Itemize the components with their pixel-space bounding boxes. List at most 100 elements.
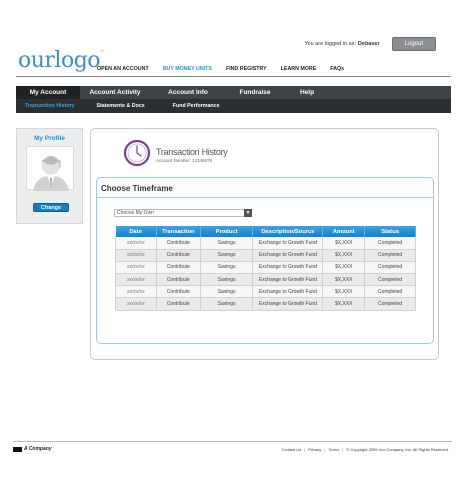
timeframe-select[interactable]: Choose My Own ▼ [114, 209, 252, 217]
transaction-panel: Transaction History Account Number: 1234… [90, 128, 439, 360]
nav-buy-money-units[interactable]: BUY MONEY UNITS [163, 66, 212, 72]
cell-product: Savings [200, 297, 254, 311]
cell-description: Exchange to Growth Fund [252, 249, 324, 262]
transactions-table: Date Transaction Product Description/Sou… [115, 226, 416, 311]
timeframe-section: Choose Timeframe Choose My Own ▼ Date Tr… [96, 177, 434, 344]
chevron-down-icon[interactable]: ▼ [244, 209, 252, 217]
tab-account-info[interactable]: Account Info [150, 86, 226, 99]
col-amount[interactable]: Amount [322, 226, 366, 237]
page-title: Transaction History [156, 147, 228, 157]
clock-icon [123, 139, 151, 167]
nav-find-registry[interactable]: FIND REGISTRY [226, 66, 267, 72]
cell-amount: $X,XXX [322, 249, 366, 262]
cell-product: Savings [200, 249, 254, 262]
company-logo-icon [13, 446, 22, 452]
company-name: A Company [24, 446, 52, 452]
cell-amount: $X,XXX [322, 297, 366, 311]
footer-company: A Company [13, 446, 52, 452]
timeframe-select-value: Choose My Own [117, 210, 154, 216]
table-row[interactable]: xx/xx/xx Contribute Savings Exchange to … [115, 261, 416, 275]
nav-faqs[interactable]: FAQs [330, 66, 344, 72]
cell-date: xx/xx/xx [115, 285, 157, 299]
table-row[interactable]: xx/xx/xx Contribute Savings Exchange to … [115, 285, 416, 299]
cell-amount: $X,XXX [322, 285, 366, 299]
cell-description: Exchange to Growth Fund [252, 297, 324, 311]
cell-date: xx/xx/xx [115, 237, 157, 250]
cell-transaction: Contribute [156, 285, 201, 299]
cell-status: Completed [364, 237, 416, 250]
cell-status: Completed [364, 261, 416, 275]
cell-description: Exchange to Growth Fund [252, 237, 324, 250]
table-header-row: Date Transaction Product Description/Sou… [115, 226, 416, 237]
main-nav: OPEN AN ACCOUNT BUY MONEY UNITS FIND REG… [97, 66, 344, 72]
username: Debaser [357, 41, 380, 47]
nav-learn-more[interactable]: LEARN MORE [281, 66, 317, 72]
subtab-statements-docs[interactable]: Statements & Docs [96, 103, 144, 109]
cell-product: Savings [200, 273, 254, 287]
footer-separator: | [324, 447, 326, 452]
cell-transaction: Contribute [156, 237, 201, 250]
footer-divider [13, 441, 452, 442]
user-status-bar: You are logged in as: Debaser Logout [304, 37, 436, 51]
col-description[interactable]: Description/Source [252, 226, 324, 237]
cell-product: Savings [200, 237, 254, 250]
tab-fundraise[interactable]: Fundraise [226, 86, 284, 99]
col-status[interactable]: Status [364, 226, 416, 237]
footer-link-contact[interactable]: Contact Us [281, 447, 301, 452]
logout-button[interactable]: Logout [391, 37, 436, 51]
cell-date: xx/xx/xx [115, 261, 157, 275]
col-transaction[interactable]: Transaction [156, 226, 201, 237]
cell-amount: $X,XXX [322, 261, 366, 275]
cell-status: Completed [364, 285, 416, 299]
footer-links: Contact Us | Privacy | Terms | © Copyrig… [281, 447, 449, 452]
logged-in-label: You are logged in as: [304, 41, 356, 47]
col-product[interactable]: Product [200, 226, 254, 237]
cell-status: Completed [364, 297, 416, 311]
profile-title: My Profile [33, 135, 66, 142]
change-avatar-button[interactable]: Change [33, 203, 69, 212]
tab-my-account[interactable]: My Account [16, 86, 80, 99]
profile-card: My Profile Change [16, 128, 83, 224]
table-row[interactable]: xx/xx/xx Contribute Savings Exchange to … [115, 273, 416, 287]
table-row[interactable]: xx/xx/xx Contribute Savings Exchange to … [115, 237, 416, 250]
account-number: Account Number: 12345678 [156, 158, 213, 163]
cell-transaction: Contribute [156, 249, 201, 262]
cell-date: xx/xx/xx [115, 273, 157, 287]
col-date[interactable]: Date [115, 226, 157, 237]
cell-date: xx/xx/xx [115, 249, 157, 262]
cell-transaction: Contribute [156, 273, 201, 287]
cell-date: xx/xx/xx [115, 297, 157, 311]
nav-open-account[interactable]: OPEN AN ACCOUNT [97, 66, 149, 72]
user-avatar-icon [33, 155, 69, 191]
cell-status: Completed [364, 273, 416, 287]
cell-product: Savings [200, 285, 254, 299]
cell-amount: $X,XXX [322, 237, 366, 250]
footer-link-terms[interactable]: Terms [328, 447, 339, 452]
cell-transaction: Contribute [156, 261, 201, 275]
tab-account-activity[interactable]: Account Activity [80, 86, 150, 99]
subtab-transaction-history[interactable]: Transaction History [25, 103, 74, 109]
timeframe-divider [97, 197, 433, 198]
cell-amount: $X,XXX [322, 273, 366, 287]
timeframe-heading: Choose Timeframe [101, 184, 173, 193]
footer-link-privacy[interactable]: Privacy [308, 447, 321, 452]
table-row[interactable]: xx/xx/xx Contribute Savings Exchange to … [115, 249, 416, 262]
nav-divider [16, 76, 451, 77]
cell-status: Completed [364, 249, 416, 262]
cell-description: Exchange to Growth Fund [252, 273, 324, 287]
footer-separator: | [304, 447, 306, 452]
cell-product: Savings [200, 261, 254, 275]
cell-description: Exchange to Growth Fund [252, 285, 324, 299]
subtab-fund-performance[interactable]: Fund Performance [173, 103, 220, 109]
footer-copyright: © Copyright 2009 Xxx Company, Inc. All R… [346, 447, 449, 452]
cell-description: Exchange to Growth Fund [252, 261, 324, 275]
cell-transaction: Contribute [156, 297, 201, 311]
logo-text: ourlogo [18, 48, 101, 73]
account-subtabs: Transaction History Statements & Docs Fu… [16, 99, 451, 113]
avatar [26, 146, 74, 191]
logo-trademark: ™ [100, 49, 104, 54]
table-row[interactable]: xx/xx/xx Contribute Savings Exchange to … [115, 297, 416, 311]
site-logo[interactable]: ourlogo™ [18, 50, 104, 72]
tab-help[interactable]: Help [284, 86, 330, 99]
footer-separator: | [342, 447, 344, 452]
